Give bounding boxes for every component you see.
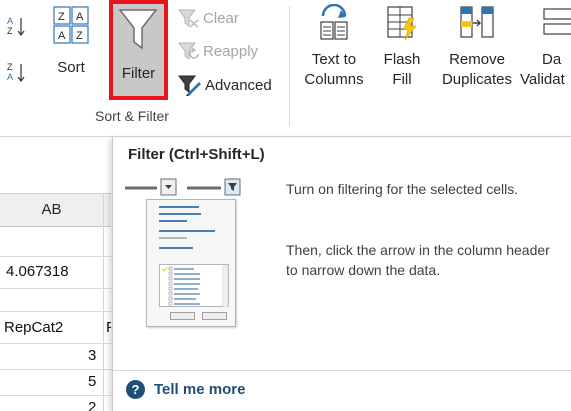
row-gridline <box>0 369 111 370</box>
advanced-label: Advanced <box>205 76 272 94</box>
filter-button-label: Filter <box>121 65 156 82</box>
spreadsheet-area: AB 4.067318 RepCat2 F 3 5 2 <box>0 137 111 411</box>
tooltip-description-2: Then, click the arrow in the column head… <box>286 242 550 278</box>
advanced-filter-button[interactable]: Advanced <box>178 74 272 96</box>
preview-menu-line <box>159 230 215 232</box>
sort-descending-button[interactable]: Z A <box>6 60 28 84</box>
sort-button-label: Sort <box>57 59 85 76</box>
clear-filter-icon <box>178 9 199 28</box>
flash-fill-icon <box>387 6 417 41</box>
data-validation-icon <box>543 8 571 35</box>
flash-fill-label-1: Flash <box>383 51 421 68</box>
row-gridline <box>0 311 111 312</box>
tooltip-title: Filter (Ctrl+Shift+L) <box>128 146 265 163</box>
flash-fill-button[interactable]: Flash Fill <box>378 4 426 104</box>
cell-next-col-header[interactable]: F <box>106 319 111 336</box>
group-divider <box>289 6 290 126</box>
sort-ascending-icon: A Z <box>7 16 25 37</box>
row-gridline <box>0 288 111 289</box>
text-to-columns-icon <box>320 4 348 40</box>
cell-r1[interactable]: 3 <box>88 347 96 364</box>
preview-menu-line <box>159 247 193 249</box>
data-validation-button[interactable]: Da Validat <box>520 4 571 104</box>
ribbon-data-tab: A Z Z A Z A A Z Sort Filter Clear Reappl… <box>0 0 571 137</box>
sort-filter-group-label: Sort & Filter <box>95 108 169 124</box>
reapply-button[interactable]: Reapply <box>178 41 258 61</box>
cell-repcat2-header[interactable]: RepCat2 <box>4 319 63 336</box>
tell-me-more-link[interactable]: ? Tell me more <box>126 380 245 399</box>
cell-r2[interactable]: 5 <box>88 373 96 390</box>
cell-r3[interactable]: 2 <box>88 399 96 411</box>
column-header-ab[interactable]: AB <box>0 193 103 227</box>
remove-duplicates-button[interactable]: Remove Duplicates <box>436 4 518 104</box>
preview-value-list <box>159 264 229 308</box>
remove-duplicates-label-2: Duplicates <box>441 71 513 88</box>
tooltip-description-1: Turn on filtering for the selected cells… <box>286 181 519 197</box>
funnel-icon <box>118 9 158 50</box>
clear-filter-button[interactable]: Clear <box>178 8 239 28</box>
reapply-label: Reapply <box>203 42 259 60</box>
preview-menu-line <box>159 206 199 208</box>
sort-button[interactable]: Z A A Z Sort <box>44 4 98 100</box>
tell-me-more-label: Tell me more <box>154 381 246 398</box>
preview-filter-menu <box>146 199 236 327</box>
text-to-columns-button[interactable]: Text to Columns <box>298 4 370 104</box>
column-divider <box>103 193 104 411</box>
row-gridline <box>0 395 111 396</box>
svg-text:Z: Z <box>7 26 13 36</box>
flash-fill-label-2: Fill <box>392 71 412 88</box>
preview-menu-line <box>159 237 187 239</box>
sort-ascending-button[interactable]: A Z <box>6 14 28 38</box>
preview-list-lines <box>161 265 229 308</box>
preview-ok-button <box>170 312 195 320</box>
text-to-columns-label-1: Text to <box>311 51 357 68</box>
row-gridline <box>0 256 111 257</box>
svg-text:A: A <box>7 72 13 82</box>
preview-cancel-button <box>202 312 227 320</box>
data-validation-label-2: Validat <box>520 71 565 88</box>
text-to-columns-label-2: Columns <box>304 71 364 88</box>
tooltip-divider <box>113 370 571 371</box>
clear-label: Clear <box>203 9 239 27</box>
sort-descending-icon: Z A <box>7 62 25 83</box>
cell-value[interactable]: 4.067318 <box>6 263 69 280</box>
advanced-filter-icon <box>178 75 201 96</box>
data-validation-label-1: Da <box>542 51 562 68</box>
svg-text:A: A <box>76 11 84 23</box>
remove-duplicates-icon <box>460 6 494 38</box>
svg-text:Z: Z <box>7 62 13 72</box>
svg-text:A: A <box>7 16 13 26</box>
filter-preview-image <box>121 177 251 327</box>
filter-button[interactable]: Filter <box>109 0 168 100</box>
row-gridline <box>0 343 111 344</box>
filter-tooltip: Filter (Ctrl+Shift+L) Turn on filtering … <box>112 137 571 411</box>
svg-text:A: A <box>58 30 66 42</box>
reapply-icon <box>178 42 199 60</box>
sort-dialog-icon: Z A A Z <box>53 6 89 44</box>
preview-menu-line <box>159 220 187 222</box>
remove-duplicates-label-1: Remove <box>449 51 505 68</box>
preview-menu-line <box>159 213 201 215</box>
svg-text:Z: Z <box>58 11 65 23</box>
svg-text:Z: Z <box>76 30 83 42</box>
preview-header-row <box>125 178 241 196</box>
help-icon: ? <box>126 380 145 399</box>
